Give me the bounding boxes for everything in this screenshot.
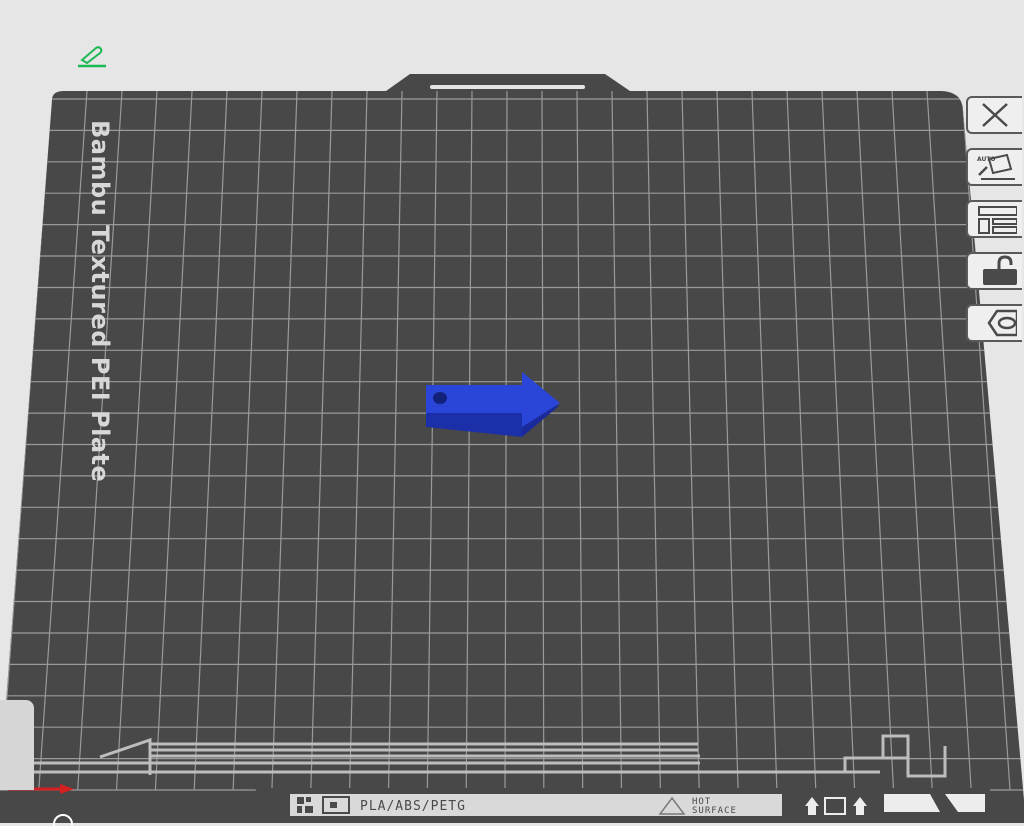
hot-surface-label-line2: SURFACE [692, 806, 737, 816]
edit-plate-name-icon[interactable] [74, 42, 110, 70]
close-icon [982, 103, 1008, 127]
arrange-button[interactable] [966, 200, 1022, 238]
svg-text:AUTO: AUTO [977, 156, 996, 163]
build-plate [0, 74, 1024, 823]
lock-icon [983, 255, 1017, 285]
plate-settings-button[interactable] [966, 304, 1022, 342]
camera-view-icon[interactable] [46, 812, 80, 826]
auto-orient-icon: AUTO [977, 153, 1015, 180]
plate-name-label: Bambu Textured PEI Plate [86, 120, 114, 482]
close-button[interactable] [966, 96, 1022, 134]
build-plate-viewport[interactable]: Bambu Textured PEI Plate PLA/ABS/PETG HO… [0, 0, 1024, 823]
arrow-model-hole [433, 392, 447, 404]
side-panel-collapsed[interactable] [0, 700, 34, 790]
hex-nut-icon [987, 309, 1017, 337]
arrange-icon [978, 206, 1017, 234]
auto-orient-button[interactable]: AUTO [966, 148, 1022, 186]
lock-button[interactable] [966, 252, 1022, 290]
plate-handle-highlight [430, 85, 585, 89]
material-label: PLA/ABS/PETG [360, 799, 466, 814]
